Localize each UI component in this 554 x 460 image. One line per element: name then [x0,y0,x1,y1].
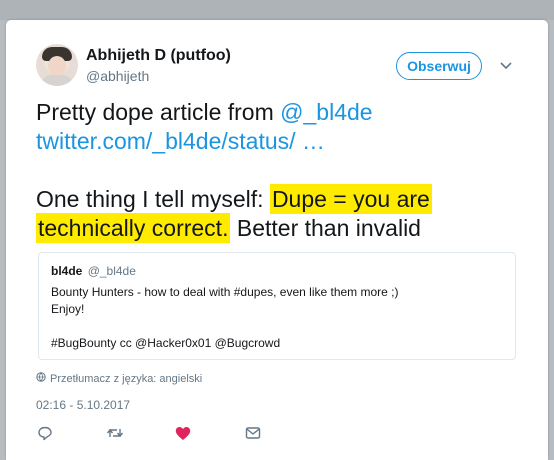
tweet-actions [36,424,266,442]
translate-link[interactable]: Przetłumacz z języka: angielski [36,372,202,385]
tweet-card: Abhijeth D (putfoo) @abhijeth Obserwuj P… [6,20,548,460]
quoted-text-line: Enjoy! [51,302,85,316]
envelope-icon[interactable] [244,424,262,442]
reply-icon[interactable] [36,424,54,442]
timestamp[interactable]: 02:16 - 5.10.2017 [36,398,130,412]
tweet-line-1: Pretty dope article from @_bl4de [36,98,516,127]
highlighted-text: technically correct. [36,213,231,243]
heart-icon[interactable] [174,424,192,442]
quoted-blank-line [51,318,503,335]
avatar[interactable] [36,44,78,86]
retweet-icon[interactable] [106,424,124,442]
highlighted-text: Dupe = you are [269,184,432,214]
tweet-text-part: Pretty dope article from [36,99,281,125]
chevron-down-icon[interactable] [498,58,514,74]
avatar-shoulders [40,75,74,86]
globe-icon [36,372,46,385]
background-overlay [0,0,554,20]
tweet-text: Pretty dope article from @_bl4de twitter… [36,98,516,243]
quoted-tweet[interactable]: bl4de @_bl4de Bounty Hunters - how to de… [38,252,516,360]
author-handle[interactable]: @abhijeth [86,68,149,84]
author-name[interactable]: Abhijeth D (putfoo) [86,47,231,65]
status-link[interactable]: twitter.com/_bl4de/status/ … [36,127,516,156]
tweet-line-4: technically correct. Better than invalid [36,213,516,243]
avatar-face [48,56,66,76]
tweet-line-3: One thing I tell myself: Dupe = you are [36,184,516,214]
quoted-text-line: Bounty Hunters - how to deal with #dupes… [51,285,399,299]
tweet-text-part: Better than invalid [230,215,421,241]
quoted-text-line: #BugBounty cc @Hacker0x01 @Bugcrowd [51,336,281,350]
mention-link[interactable]: @_bl4de [280,99,372,125]
quoted-tweet-header: bl4de @_bl4de [51,263,503,280]
tweet-text-part: One thing I tell myself: [36,186,270,212]
quoted-author-handle: @_bl4de [87,264,136,278]
follow-button[interactable]: Obserwuj [396,52,482,80]
quoted-author-name: bl4de [51,264,83,278]
translate-label: Przetłumacz z języka: angielski [50,372,203,385]
